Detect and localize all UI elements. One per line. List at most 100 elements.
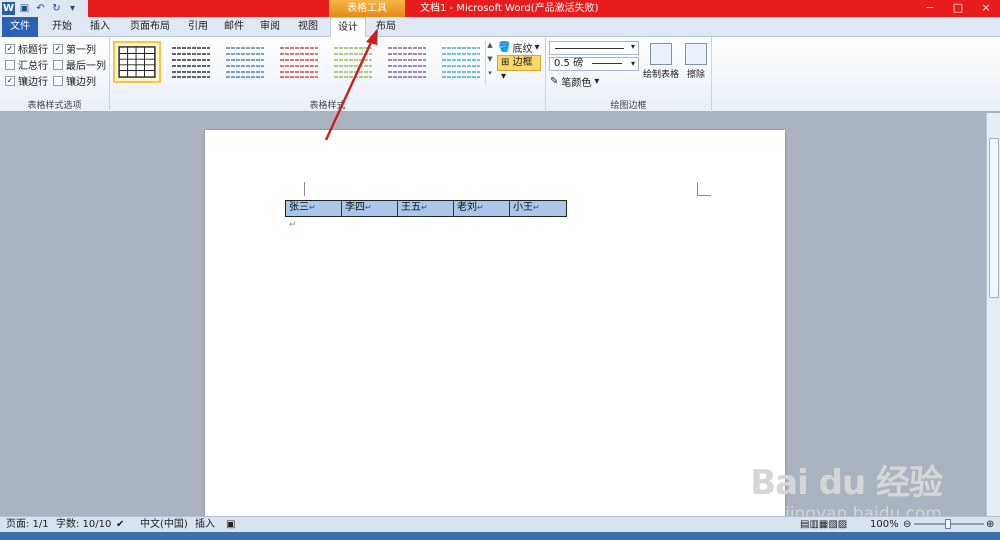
- table-style-swatch[interactable]: [329, 41, 377, 83]
- view-buttons-icon[interactable]: ▤▥▦▧▨: [800, 518, 847, 532]
- borders-button[interactable]: ⊞ 边框 ▾: [497, 55, 541, 82]
- group-label: 表格样式选项: [27, 101, 82, 111]
- checkbox-box[interactable]: ✓: [5, 75, 15, 86]
- checkbox-box[interactable]: [53, 75, 63, 86]
- ribbon-tabs: 文件 开始 插入 页面布局 引用 邮件 审阅 视图 设计 布局 ∧ ?: [0, 17, 1000, 48]
- tab-review[interactable]: 审阅: [252, 17, 288, 37]
- insert-mode[interactable]: 插入: [195, 518, 215, 532]
- page-count[interactable]: 页面: 1/1: [6, 518, 49, 532]
- checkbox-box[interactable]: ✓: [5, 43, 15, 54]
- checkbox-first-column[interactable]: ✓ 第一列: [53, 41, 96, 56]
- swatch-lines-icon: [280, 47, 318, 78]
- tab-layout[interactable]: 布局: [368, 17, 404, 37]
- tab-home[interactable]: 开始: [44, 17, 80, 37]
- pen-weight-line: [592, 62, 623, 64]
- ribbon-body: ✓ 标题行 ✓ 第一列 汇总行 最后一列 ✓ 镶边行 镶边列 表格样式选项 表格样式: [0, 37, 1000, 112]
- checkbox-box[interactable]: [5, 59, 15, 70]
- pen-style-line: [555, 48, 624, 49]
- swatch-lines-icon: [334, 47, 372, 78]
- dropdown-arrow-icon: ▾: [594, 76, 600, 87]
- tab-page-layout[interactable]: 页面布局: [122, 17, 178, 37]
- table-style-swatch[interactable]: [275, 41, 323, 83]
- group-label: 绘图边框: [610, 101, 647, 111]
- word-icon[interactable]: W: [2, 2, 15, 15]
- table-cell[interactable]: 小王↵: [510, 201, 566, 216]
- language-indicator[interactable]: 中文(中国): [140, 518, 188, 532]
- zoom-slider[interactable]: [914, 519, 984, 529]
- zoom-out-icon[interactable]: ⊖: [903, 518, 911, 532]
- pen-weight-dropdown[interactable]: 0.5 磅 ▾: [549, 57, 639, 71]
- dropdown-arrow-icon: ▾: [534, 42, 540, 53]
- swatch-lines-icon: [226, 47, 264, 78]
- borders-icon: ⊞: [501, 57, 510, 68]
- word-count[interactable]: 字数: 10/10: [56, 518, 111, 532]
- checkbox-banded-columns[interactable]: 镶边列: [53, 73, 96, 88]
- crop-mark: [697, 182, 711, 196]
- table-tools-context-title: 表格工具: [329, 0, 405, 17]
- checkbox-header-row[interactable]: ✓ 标题行: [5, 41, 48, 56]
- scrollbar-thumb[interactable]: [989, 138, 999, 298]
- zoom-level[interactable]: 100%: [870, 518, 899, 532]
- shading-button[interactable]: 🪣 底纹 ▾: [498, 40, 539, 55]
- window-controls: − □ ×: [916, 0, 1000, 17]
- gallery-down-arrow-icon[interactable]: ▼: [486, 55, 494, 63]
- table-style-swatch[interactable]: [437, 41, 485, 83]
- macro-record-icon[interactable]: ▣: [226, 518, 235, 532]
- tab-view[interactable]: 视图: [290, 17, 326, 37]
- table-cell[interactable]: 李四↵: [342, 201, 398, 216]
- checkbox-box[interactable]: ✓: [53, 43, 63, 54]
- tab-references[interactable]: 引用: [180, 17, 216, 37]
- pen-style-dropdown[interactable]: ▾: [549, 41, 639, 55]
- window-title: 文档1 - Microsoft Word(产品激活失败): [420, 3, 599, 14]
- eraser-icon: [685, 43, 707, 65]
- zoom-slider-knob[interactable]: [945, 519, 951, 529]
- group-label: 表格样式: [309, 101, 346, 111]
- document-page[interactable]: 张三↵ 李四↵ 王五↵ 老刘↵ 小王↵ ↵: [205, 130, 785, 520]
- paint-bucket-icon: 🪣: [498, 42, 511, 53]
- tab-file[interactable]: 文件: [2, 17, 38, 37]
- table-cell[interactable]: 张三↵: [286, 201, 342, 216]
- draw-table-button[interactable]: 绘制表格: [641, 43, 681, 93]
- gallery-scroll[interactable]: ▲ ▼ ▾: [485, 41, 494, 85]
- undo-icon[interactable]: ↶: [34, 2, 47, 15]
- checkbox-banded-rows[interactable]: ✓ 镶边行: [5, 73, 48, 88]
- quick-access-toolbar: W ▣ ↶ ↻ ▾: [0, 0, 88, 17]
- tab-insert[interactable]: 插入: [82, 17, 118, 37]
- table-style-swatch[interactable]: [113, 41, 161, 83]
- maximize-button[interactable]: □: [944, 0, 972, 17]
- tab-design[interactable]: 设计: [330, 17, 366, 38]
- table-style-gallery: [113, 41, 493, 85]
- customize-icon[interactable]: ▾: [66, 2, 79, 15]
- swatch-lines-icon: [442, 47, 480, 78]
- table-style-swatch[interactable]: [383, 41, 431, 83]
- baidu-watermark: Bai du 经验 jingyan.baidu.com: [750, 455, 943, 524]
- gallery-more-icon[interactable]: ▾: [486, 69, 494, 77]
- table-cell[interactable]: 王五↵: [398, 201, 454, 216]
- dropdown-arrow-icon: ▾: [630, 42, 635, 51]
- minimize-button[interactable]: −: [916, 0, 944, 17]
- table-style-swatch[interactable]: [167, 41, 215, 83]
- crop-mark: [291, 182, 305, 196]
- gallery-up-arrow-icon[interactable]: ▲: [486, 41, 494, 49]
- dropdown-arrow-icon: ▾: [630, 59, 635, 68]
- dropdown-arrow-icon: ▾: [501, 71, 507, 82]
- vertical-scrollbar[interactable]: [986, 113, 1000, 516]
- zoom-in-icon[interactable]: ⊕: [986, 518, 994, 532]
- save-icon[interactable]: ▣: [18, 2, 31, 15]
- checkbox-box[interactable]: [53, 59, 63, 70]
- close-button[interactable]: ×: [972, 0, 1000, 17]
- proofing-icon[interactable]: ✔: [116, 518, 124, 532]
- tab-mailings[interactable]: 邮件: [216, 17, 252, 37]
- paragraph-mark: ↵: [289, 220, 297, 230]
- eraser-button[interactable]: 擦除: [676, 43, 716, 93]
- table-cell[interactable]: 老刘↵: [454, 201, 510, 216]
- redo-icon[interactable]: ↻: [50, 2, 63, 15]
- table-style-swatch[interactable]: [221, 41, 269, 83]
- checkbox-last-column[interactable]: 最后一列: [53, 57, 106, 72]
- data-table[interactable]: 张三↵ 李四↵ 王五↵ 老刘↵ 小王↵: [285, 200, 567, 217]
- os-taskbar: [0, 532, 1000, 540]
- checkbox-total-row[interactable]: 汇总行: [5, 57, 48, 72]
- pen-icon: ✎: [550, 76, 559, 87]
- pen-color-button[interactable]: ✎ 笔颜色 ▾: [550, 74, 599, 89]
- group-table-style-options: ✓ 标题行 ✓ 第一列 汇总行 最后一列 ✓ 镶边行 镶边列 表格样式选项: [0, 37, 110, 112]
